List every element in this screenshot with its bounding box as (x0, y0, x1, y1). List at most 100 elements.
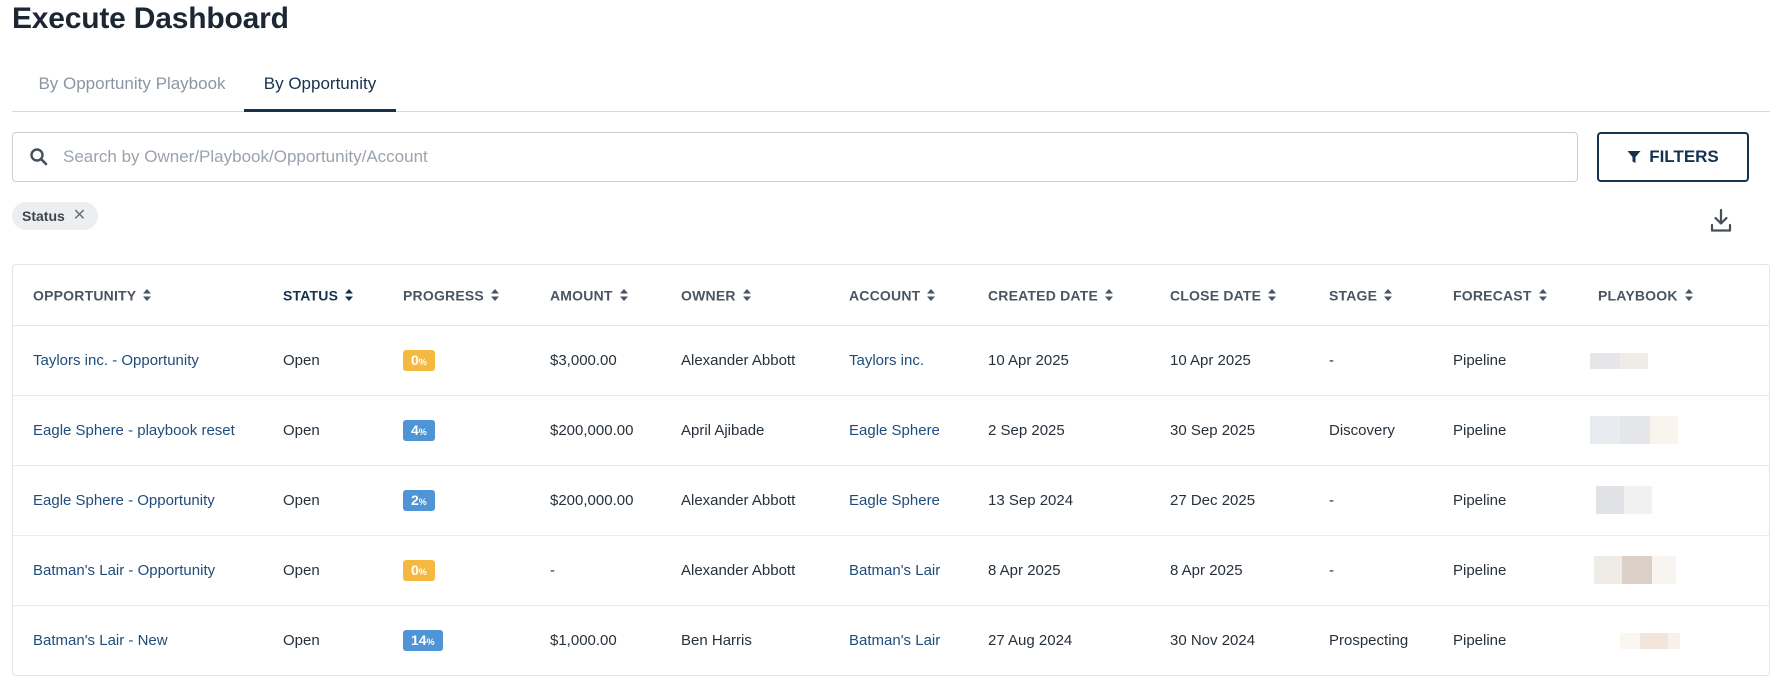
progress-badge: 0% (403, 559, 435, 581)
percent-sign: % (426, 636, 435, 647)
sort-icon[interactable] (1538, 288, 1548, 302)
playbook-redacted[interactable] (1590, 416, 1678, 444)
opportunity-link[interactable]: Batman's Lair - New (33, 632, 168, 649)
opportunity-link[interactable]: Batman's Lair - Opportunity (33, 562, 215, 579)
opportunity-link[interactable]: Taylors inc. - Opportunity (33, 352, 199, 369)
progress-cell: 14% (403, 605, 550, 675)
column-header-amount[interactable]: AMOUNT (550, 265, 681, 326)
column-header-created-date[interactable]: CREATED DATE (988, 265, 1170, 326)
opportunity-link-cell: Eagle Sphere - Opportunity (13, 465, 283, 536)
progress-badge: 4% (403, 419, 435, 441)
account-link[interactable]: Eagle Sphere (849, 422, 940, 439)
opportunity-link[interactable]: Eagle Sphere - playbook reset (33, 422, 235, 439)
column-header-stage[interactable]: STAGE (1329, 265, 1453, 326)
progress-value: 0 (411, 561, 419, 578)
search-input[interactable] (63, 134, 1543, 180)
progress-value: 4 (411, 421, 419, 438)
sort-icon[interactable] (926, 288, 936, 302)
sort-icon[interactable] (1684, 288, 1694, 302)
playbook-redacted[interactable] (1596, 486, 1652, 514)
owner-text-cell: Ben Harris (681, 605, 849, 675)
opportunity-link-cell: Eagle Sphere - playbook reset (13, 395, 283, 466)
owner-text: Alexander Abbott (681, 491, 796, 509)
percent-sign: % (418, 356, 427, 367)
sort-icon[interactable] (490, 288, 500, 302)
progress-cell: 4% (403, 395, 550, 466)
status-text: Open (283, 561, 320, 579)
close-date-text: 8 Apr 2025 (1170, 561, 1243, 579)
opportunity-link[interactable]: Eagle Sphere - Opportunity (33, 492, 215, 509)
playbook-redacted[interactable] (1594, 556, 1676, 584)
sort-icon[interactable] (742, 288, 752, 302)
stage-text: - (1329, 491, 1334, 509)
column-header-label: STAGE (1329, 287, 1378, 304)
close-date-text-cell: 10 Apr 2025 (1170, 325, 1329, 396)
table-row[interactable]: Eagle Sphere - playbook reset Open 4% $200,… (13, 395, 1769, 466)
account-link[interactable]: Taylors inc. (849, 352, 924, 369)
redaction-block (1640, 632, 1668, 649)
column-header-label: CREATED DATE (988, 287, 1098, 304)
created-date-text: 13 Sep 2024 (988, 491, 1074, 509)
created-date-text-cell: 10 Apr 2025 (988, 325, 1170, 396)
table-row[interactable]: Taylors inc. - Opportunity Open 0% $3,000.0… (13, 325, 1769, 396)
status-text: Open (283, 351, 320, 369)
stage-text-cell: - (1329, 465, 1453, 536)
amount-text: $200,000.00 (550, 491, 634, 509)
stage-text: - (1329, 561, 1334, 579)
filters-button-label: FILTERS (1649, 147, 1719, 166)
account-link[interactable]: Batman's Lair (849, 632, 940, 649)
tab-by-opportunity[interactable]: By Opportunity (244, 62, 396, 112)
close-icon[interactable]: ✕ (73, 208, 86, 224)
sort-icon[interactable] (1104, 288, 1114, 302)
redaction-block (1620, 632, 1640, 649)
redaction-block (1590, 352, 1620, 369)
column-header-account[interactable]: ACCOUNT (849, 265, 988, 326)
column-header-label: OPPORTUNITY (33, 287, 137, 304)
column-header-owner[interactable]: OWNER (681, 265, 849, 326)
status-text-cell: Open (283, 535, 403, 606)
column-header-status[interactable]: STATUS (283, 265, 403, 326)
amount-text: $200,000.00 (550, 421, 634, 439)
owner-text: Alexander Abbott (681, 561, 796, 579)
close-date-text: 27 Dec 2025 (1170, 491, 1256, 509)
table-row[interactable]: Batman's Lair - New Open 14% $1,000.00 Ben H… (13, 605, 1769, 675)
forecast-text: Pipeline (1453, 631, 1507, 649)
playbook-cell (1590, 395, 1769, 466)
sort-icon[interactable] (1383, 288, 1393, 302)
progress-value: 0 (411, 351, 419, 368)
playbook-redacted[interactable] (1590, 351, 1648, 369)
progress-value: 2 (411, 491, 419, 508)
sort-icon[interactable] (344, 288, 354, 302)
tab-by-opportunity-playbook[interactable]: By Opportunity Playbook (32, 62, 232, 112)
redaction-block (1622, 556, 1652, 584)
filters-button[interactable]: FILTERS (1597, 132, 1749, 182)
sort-icon[interactable] (142, 288, 152, 302)
table-row[interactable]: Batman's Lair - Opportunity Open 0% - Alexan… (13, 535, 1769, 606)
column-header-label: CLOSE DATE (1170, 287, 1262, 304)
table-row[interactable]: Eagle Sphere - Opportunity Open 2% $200,000… (13, 465, 1769, 536)
forecast-text: Pipeline (1453, 561, 1507, 579)
sort-icon[interactable] (1267, 288, 1277, 302)
stage-text-cell: - (1329, 535, 1453, 606)
account-link[interactable]: Batman's Lair (849, 562, 940, 579)
column-header-opportunity[interactable]: OPPORTUNITY (13, 265, 283, 326)
created-date-text-cell: 13 Sep 2024 (988, 465, 1170, 536)
percent-sign: % (418, 496, 427, 507)
search-icon (30, 148, 48, 166)
redaction-block (1652, 556, 1676, 584)
amount-text: $3,000.00 (550, 351, 617, 369)
progress-cell: 0% (403, 325, 550, 396)
column-header-forecast[interactable]: FORECAST (1453, 265, 1598, 326)
download-icon[interactable] (1709, 208, 1733, 234)
close-date-text: 10 Apr 2025 (1170, 351, 1251, 369)
created-date-text-cell: 2 Sep 2025 (988, 395, 1170, 466)
amount-text: $1,000.00 (550, 631, 617, 649)
column-header-close-date[interactable]: CLOSE DATE (1170, 265, 1329, 326)
account-link[interactable]: Eagle Sphere (849, 492, 940, 509)
stage-text: - (1329, 351, 1334, 369)
playbook-redacted[interactable] (1620, 632, 1680, 649)
stage-text: Discovery (1329, 421, 1395, 439)
sort-icon[interactable] (619, 288, 629, 302)
column-header-playbook[interactable]: PLAYBOOK (1598, 265, 1769, 326)
column-header-progress[interactable]: PROGRESS (403, 265, 550, 326)
